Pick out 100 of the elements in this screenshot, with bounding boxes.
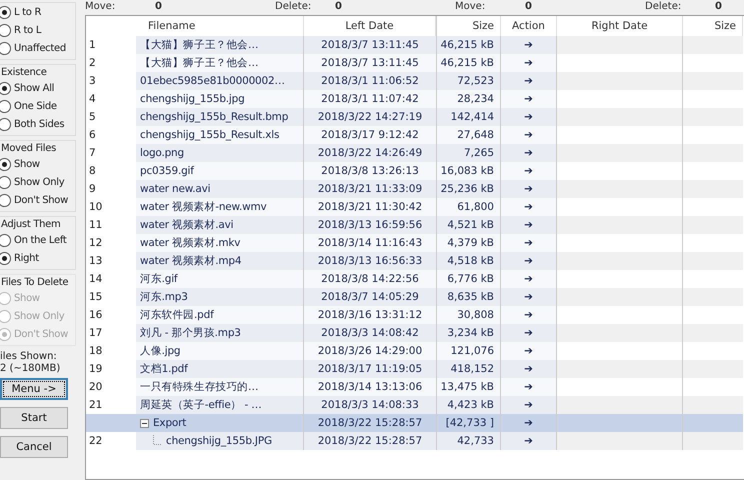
filename-cell: chengshijg_155b.JPG — [166, 435, 272, 447]
row-number: 17 — [88, 326, 104, 341]
size-cell: 72,523 — [436, 72, 501, 90]
table-row[interactable]: 22 chengshijg_155b.JPG 2018/3/22 15:28:57 42,733 ➔ — [86, 432, 744, 450]
filename-cell: 【大猫】狮子王？他会… — [140, 56, 258, 70]
table-row[interactable]: 3 01ebec5985e81b0000002… 2018/3/1 11:06:52 72,523 ➔ — [86, 72, 744, 90]
row-number: 4 — [88, 92, 97, 107]
date-cell: 2018/3/21 11:30:42 — [304, 198, 436, 216]
count-value: 0 — [335, 1, 343, 12]
table-row[interactable]: 18 人像.jpg 2018/3/26 14:29:00 121,076 ➔ — [86, 342, 744, 360]
filename-cell: water 视频素材.mp4 — [140, 254, 242, 268]
filename-cell: pc0359.gif — [140, 165, 194, 177]
row-number: 10 — [88, 200, 104, 215]
table-row[interactable]: 16 河东软件园.pdf 2018/3/16 13:31:12 30,808 ➔ — [86, 306, 744, 324]
size-cell: 30,808 — [436, 306, 501, 324]
size-cell: 4,518 kB — [436, 252, 501, 270]
size-cell: 13,475 kB — [436, 378, 501, 396]
table-row[interactable]: 7 logo.png 2018/3/22 14:26:49 7,265 ➔ — [86, 144, 744, 162]
radio-button[interactable] — [0, 42, 11, 54]
table-row[interactable]: 2 【大猫】狮子王？他会… 2018/3/7 13:11:45 46,215 kB ➔ — [86, 54, 744, 72]
row-number: 8 — [88, 164, 97, 179]
radio-button[interactable] — [0, 100, 11, 112]
size-cell: 16,083 kB — [436, 162, 501, 180]
table-row[interactable]: 14 河东.gif 2018/3/8 14:22:56 6,776 kB ➔ — [86, 270, 744, 288]
radio-button[interactable] — [0, 234, 11, 246]
radio-button[interactable] — [0, 118, 11, 130]
radio-button[interactable] — [0, 158, 11, 170]
table-row[interactable]: 19 文档1.pdf 2018/3/17 11:19:05 418,152 ➔ — [86, 360, 744, 378]
row-number: 1 — [88, 38, 97, 53]
radio-label: One Side — [14, 100, 57, 112]
table-row[interactable]: 15 河东.mp3 2018/3/7 14:05:29 8,635 kB ➔ — [86, 288, 744, 306]
filename-cell: water 视频素材.mkv — [140, 236, 240, 250]
radio-label: Unaffected — [14, 42, 66, 54]
date-cell: 2018/3/22 15:28:57 — [304, 432, 436, 450]
table-row[interactable]: 11 water 视频素材.avi 2018/3/13 16:59:56 4,521 kB ➔ — [86, 216, 744, 234]
date-cell: 2018/3/1 11:06:52 — [304, 72, 436, 90]
date-cell: 2018/3/13 16:56:33 — [304, 252, 436, 270]
size-cell: 7,265 — [436, 144, 501, 162]
filename-cell: water 视频素材-new.wmv — [140, 200, 267, 214]
date-cell: 2018/3/26 14:29:00 — [304, 342, 436, 360]
filename-cell: 周延英（英子-effie） - … — [140, 398, 262, 412]
size-cell: 418,152 — [436, 360, 501, 378]
filename-cell: 01ebec5985e81b0000002… — [140, 75, 285, 87]
count-value: 0 — [715, 1, 723, 12]
files-shown-label: iles Shown: — [0, 351, 58, 362]
radio-button[interactable] — [0, 176, 11, 188]
table-row[interactable]: 5 chengshijg_155b_Result.bmp 2018/3/22 14:27:19 142,414 ➔ — [86, 108, 744, 126]
dialog-button[interactable]: Cancel — [0, 436, 68, 458]
row-number: 18 — [88, 344, 104, 359]
radio-button[interactable] — [0, 194, 11, 206]
filename-cell: chengshijg_155b_Result.bmp — [140, 111, 288, 123]
radio-label: Show Only — [14, 310, 64, 322]
size-cell: 4,379 kB — [436, 234, 501, 252]
row-number: 2 — [88, 56, 97, 71]
table-row[interactable]: 20 一只有特殊生存技巧的… 2018/3/14 13:13:06 13,475 kB ➔ — [86, 378, 744, 396]
row-number: 5 — [88, 110, 97, 125]
filename-cell: Export — [153, 417, 186, 429]
size-cell: 6,776 kB — [436, 270, 501, 288]
table-row[interactable]: 6 chengshijg_155b_Result.xls 2018/3/17 9:12:42 27,648 ➔ — [86, 126, 744, 144]
group-title: Moved Files — [0, 142, 57, 155]
date-cell: 2018/3/21 11:33:09 — [304, 180, 436, 198]
table-row[interactable]: 21 周延英（英子-effie） - … 2018/3/3 14:08:33 4,423 kB ➔ — [86, 396, 744, 414]
table-row[interactable]: 17 刘凡 - 那个男孩.mp3 2018/3/3 14:08:42 3,234 kB ➔ — [86, 324, 744, 342]
group-title: Files To Delete — [0, 276, 70, 289]
size-cell: 46,215 kB — [436, 36, 501, 54]
group-title: Adjust Them — [0, 218, 62, 231]
table-row[interactable]: 9 water new.avi 2018/3/21 11:33:09 25,236 kB ➔ — [86, 180, 744, 198]
table-row[interactable]: 1 【大猫】狮子王？他会… 2018/3/7 13:11:45 46,215 kB ➔ — [86, 36, 744, 54]
row-number: 15 — [88, 290, 104, 305]
row-number: 9 — [88, 182, 97, 197]
radio-button[interactable] — [0, 6, 11, 18]
size-cell: 121,076 — [436, 342, 501, 360]
date-cell: 2018/3/14 11:16:43 — [304, 234, 436, 252]
dialog-button[interactable]: Menu -> — [0, 378, 68, 400]
size-cell: 27,648 — [436, 126, 501, 144]
table-row[interactable]: 12 water 视频素材.mkv 2018/3/14 11:16:43 4,379 kB ➔ — [86, 234, 744, 252]
size-cell: 25,236 kB — [436, 180, 501, 198]
size-cell: 4,521 kB — [436, 216, 501, 234]
date-cell: 2018/3/7 13:11:45 — [304, 54, 436, 72]
count-value: 0 — [525, 1, 533, 12]
size-cell: 3,234 kB — [436, 324, 501, 342]
table-row[interactable]: 10 water 视频素材-new.wmv 2018/3/21 11:30:42 61,800 ➔ — [86, 198, 744, 216]
date-cell: 2018/3/1 11:07:42 — [304, 90, 436, 108]
radio-button[interactable] — [0, 24, 11, 36]
table-row[interactable]: Export 2018/3/22 15:28:57 [42,733 ] ➔ — [86, 414, 744, 432]
table-row[interactable]: 13 water 视频素材.mp4 2018/3/13 16:56:33 4,518 kB ➔ — [86, 252, 744, 270]
row-number: 14 — [88, 272, 104, 287]
radio-button[interactable] — [0, 252, 11, 264]
filename-cell: 河东软件园.pdf — [140, 308, 214, 322]
table-row[interactable]: 4 chengshijg_155b.jpg 2018/3/1 11:07:42 28,234 ➔ — [86, 90, 744, 108]
size-cell: 142,414 — [436, 108, 501, 126]
row-number: 16 — [88, 308, 104, 323]
row-number: 7 — [88, 146, 97, 161]
size-cell: 4,423 kB — [436, 396, 501, 414]
count-label: Move: — [85, 1, 116, 12]
filename-cell: 一只有特殊生存技巧的… — [140, 380, 258, 394]
table-row[interactable]: 8 pc0359.gif 2018/3/8 13:26:13 16,083 kB ➔ — [86, 162, 744, 180]
collapse-icon[interactable] — [140, 418, 149, 428]
radio-button[interactable] — [0, 82, 11, 94]
dialog-button[interactable]: Start — [0, 407, 68, 429]
